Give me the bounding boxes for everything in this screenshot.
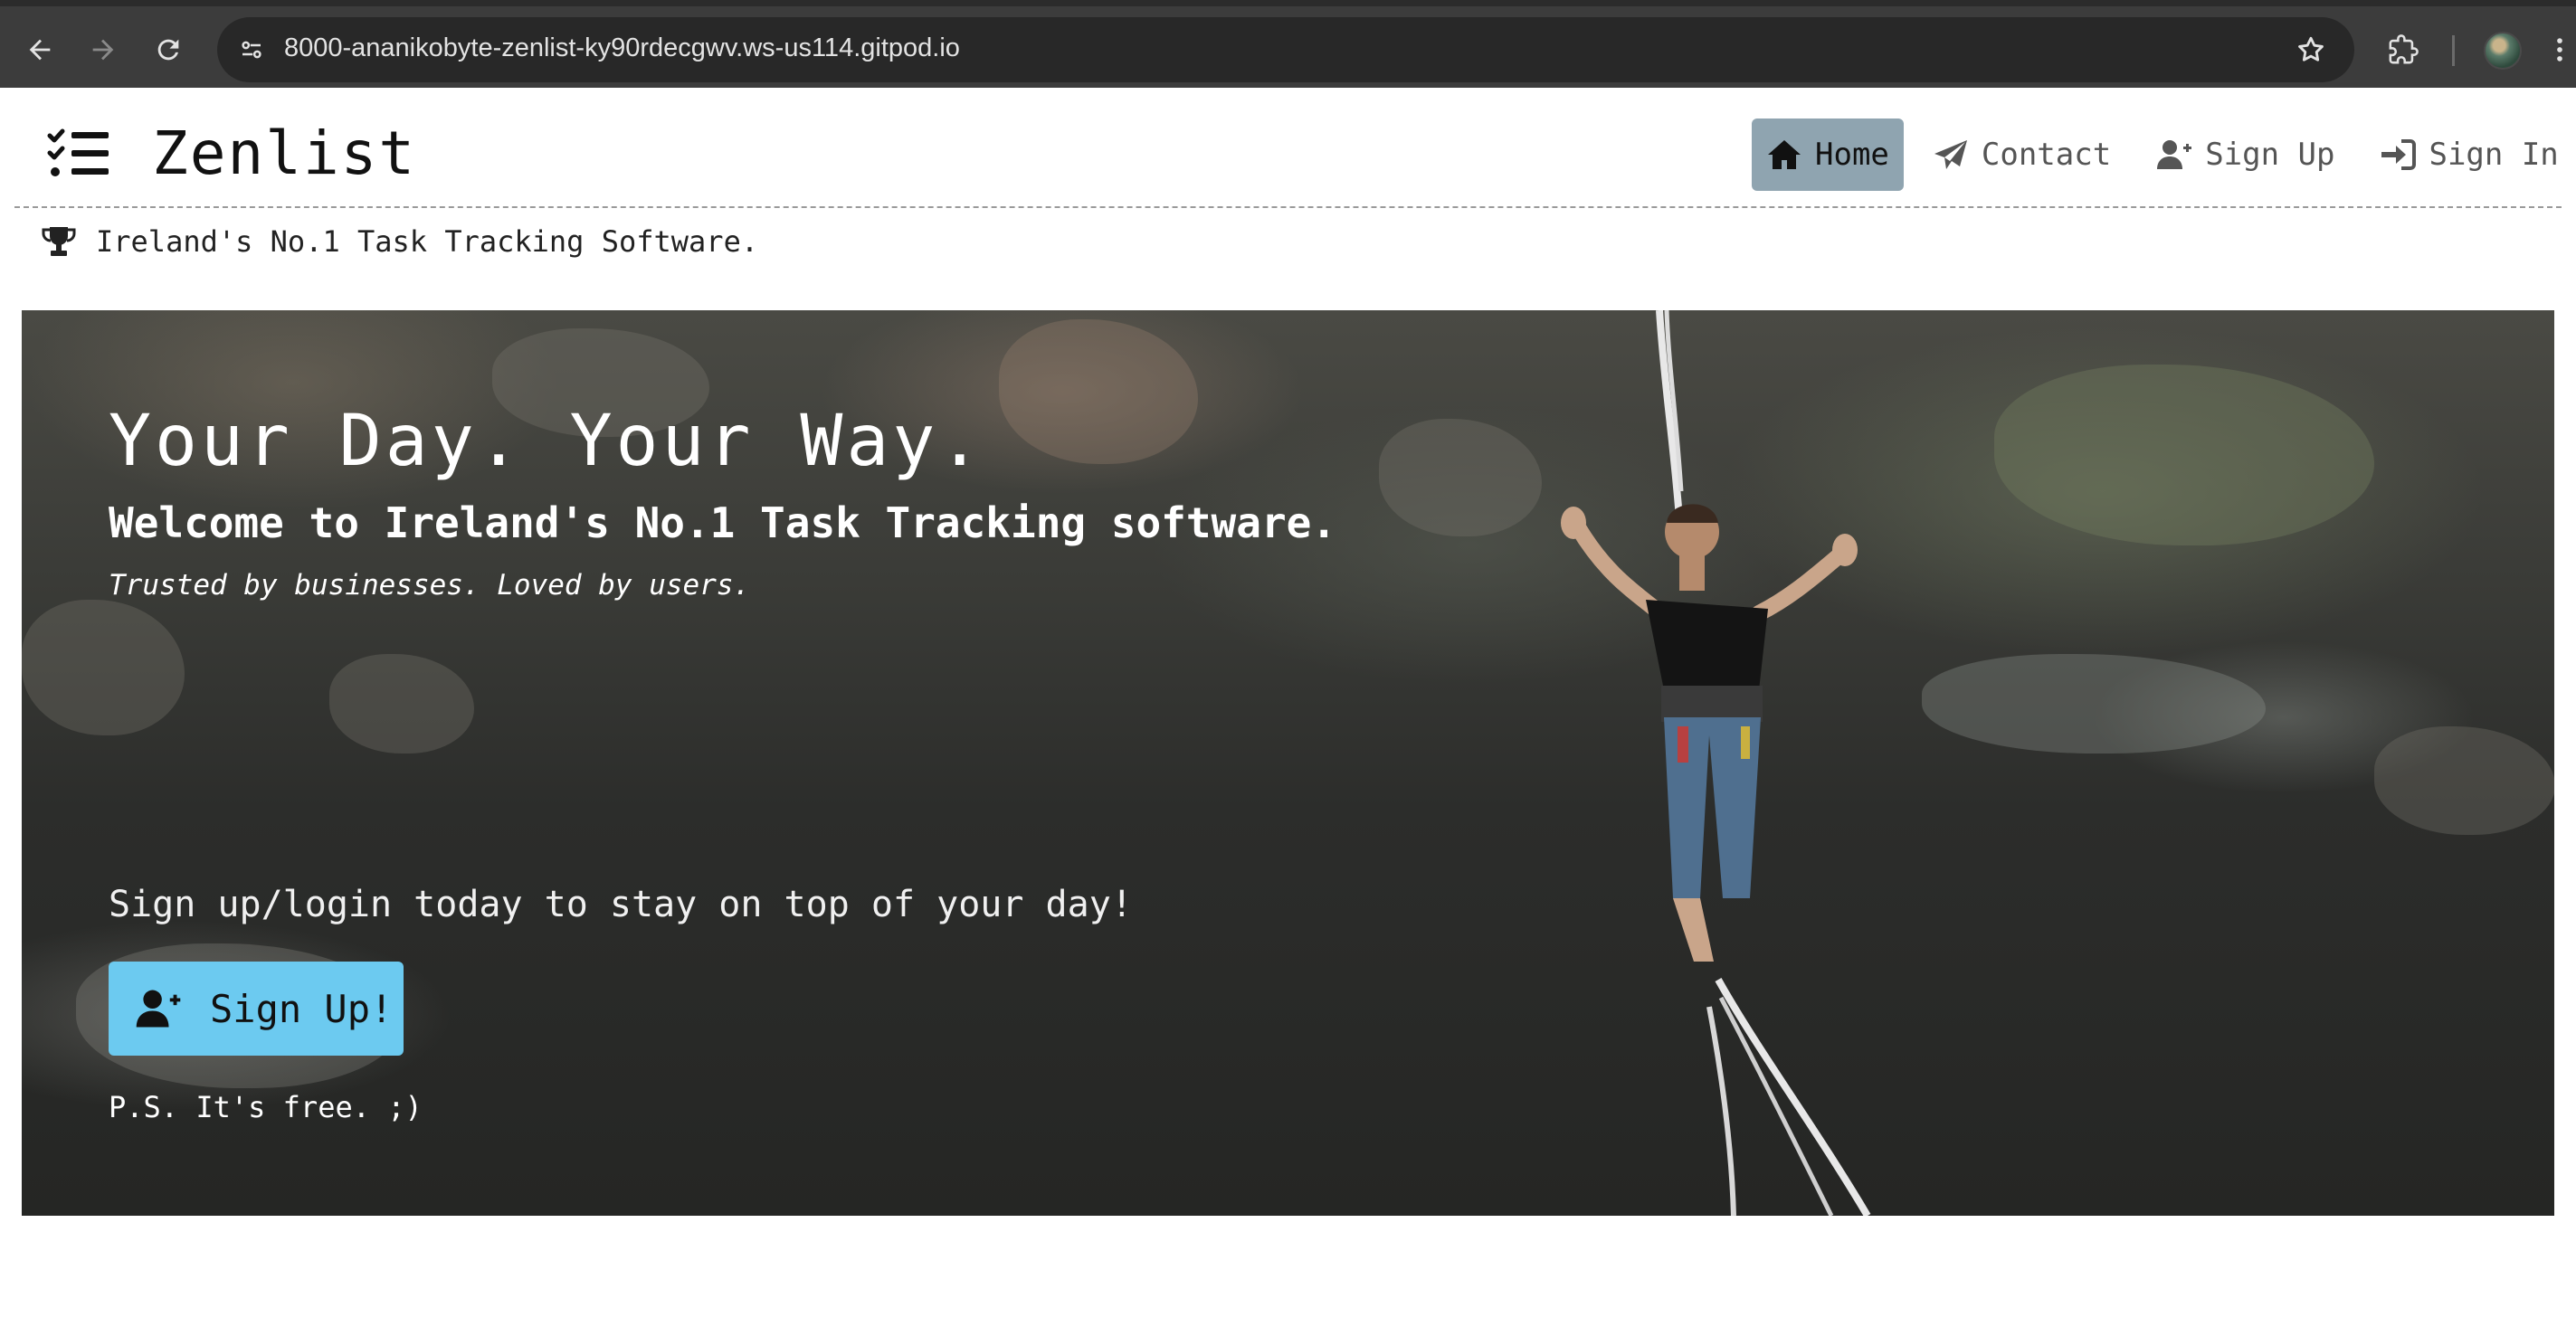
hero-cta-text: Sign up/login today to stay on top of yo… <box>109 884 1133 925</box>
browser-toolbar: 8000-ananikobyte-zenlist-ky90rdecgwv.ws-… <box>0 0 2576 88</box>
user-plus-icon <box>2157 140 2192 169</box>
nav-links: Home Contact Sign Up Sign In <box>1752 118 2576 191</box>
hero-sign-up-button[interactable]: Sign Up! <box>109 962 404 1056</box>
trophy-icon <box>42 227 76 256</box>
hero-sign-up-label: Sign Up! <box>210 986 394 1031</box>
address-bar[interactable]: 8000-ananikobyte-zenlist-ky90rdecgwv.ws-… <box>217 17 2354 82</box>
url-text[interactable]: 8000-ananikobyte-zenlist-ky90rdecgwv.ws-… <box>284 33 960 63</box>
nav-contact[interactable]: Contact <box>1916 118 2127 191</box>
toolbar-divider <box>2452 35 2455 66</box>
profile-avatar[interactable] <box>2484 32 2522 70</box>
background-rock <box>1922 654 2266 754</box>
nav-sign-up-label: Sign Up <box>2205 137 2335 173</box>
nav-sign-up[interactable]: Sign Up <box>2140 118 2351 191</box>
nav-sign-in[interactable]: Sign In <box>2363 118 2574 191</box>
back-icon <box>29 39 51 61</box>
nav-sign-in-label: Sign In <box>2429 137 2559 173</box>
extensions-button[interactable] <box>2378 24 2429 75</box>
bookmark-button[interactable] <box>2287 26 2334 73</box>
hero-subtitle: Welcome to Ireland's No.1 Task Tracking … <box>109 498 1337 547</box>
menu-icon <box>2556 38 2562 62</box>
hero-trusted-text: Trusted by businesses. Loved by users. <box>109 569 751 602</box>
reload-icon <box>157 39 179 61</box>
brand-logo[interactable]: Zenlist <box>47 124 416 184</box>
forward-icon <box>92 39 114 61</box>
background-rock <box>2374 726 2554 835</box>
background-rock <box>999 319 1198 464</box>
nav-home[interactable]: Home <box>1752 118 1904 191</box>
background-rock <box>22 600 185 735</box>
nav-contact-label: Contact <box>1981 137 2112 173</box>
nav-home-label: Home <box>1815 137 1889 173</box>
extensions-icon <box>2389 34 2419 64</box>
bookmark-star-icon <box>2298 36 2324 62</box>
back-button[interactable] <box>14 24 65 75</box>
hero-title: Your Day. Your Way. <box>109 401 985 482</box>
navbar-divider <box>14 206 2562 208</box>
site-info-icon <box>242 41 261 59</box>
site-navbar: Zenlist Home Contact Sign Up Sign In <box>0 88 2576 208</box>
background-rock <box>329 654 474 754</box>
brand-name: Zenlist <box>152 118 417 188</box>
reload-button[interactable] <box>143 24 194 75</box>
forward-button[interactable] <box>78 24 128 75</box>
hero-banner: Your Day. Your Way. Welcome to Ireland's… <box>22 310 2554 1216</box>
tagline-text: Ireland's No.1 Task Tracking Software. <box>96 224 759 259</box>
tagline: Ireland's No.1 Task Tracking Software. <box>42 224 758 259</box>
sign-in-icon <box>2381 139 2417 170</box>
menu-button[interactable] <box>2543 24 2576 75</box>
list-check-icon <box>47 128 109 176</box>
background-rock <box>1994 365 2374 545</box>
paper-plane-icon <box>1934 140 1967 169</box>
slackliner-illustration <box>1561 310 1871 1216</box>
user-plus-icon <box>136 990 181 1028</box>
hero-ps-text: P.S. It's free. ;) <box>109 1090 423 1124</box>
site-info-button[interactable] <box>226 24 277 75</box>
home-icon <box>1768 140 1801 169</box>
